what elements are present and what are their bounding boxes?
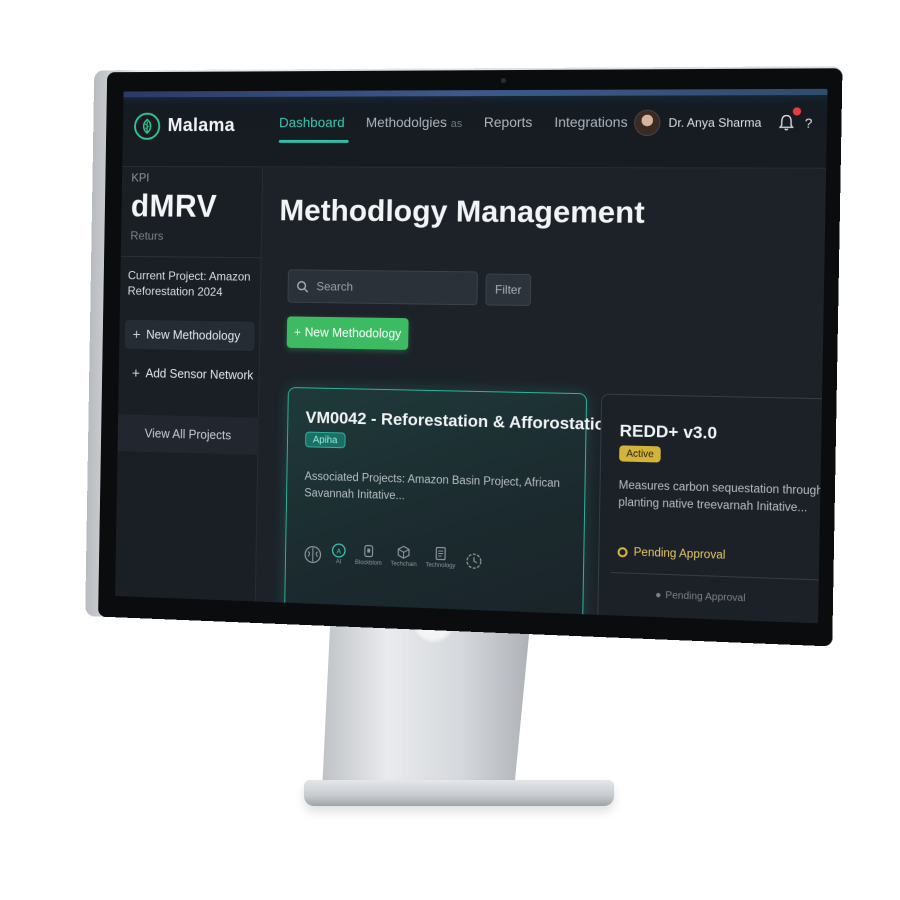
notification-badge [793, 107, 801, 115]
pending-icon [617, 547, 627, 557]
sidebar-add-sensor-label: Add Sensor Network [145, 367, 253, 383]
pending-approval-secondary: ● Pending Approval [655, 590, 745, 605]
camera-icon [501, 78, 506, 83]
status-badge: Active [619, 445, 661, 462]
plus-icon: + [294, 325, 301, 339]
status-badge: Apiha [305, 432, 345, 449]
plus-icon: + [132, 326, 140, 343]
page-title: Methodlogy Management [279, 193, 645, 231]
sidebar-add-sensor-button[interactable]: + Add Sensor Network [124, 358, 254, 390]
techchain-icon-label: Techchain [390, 561, 416, 568]
plus-icon: + [132, 365, 140, 382]
kpi-value: dMRV [131, 188, 218, 224]
kpi-subtitle: Returs [130, 229, 163, 243]
pending-approval-secondary-label: Pending Approval [665, 590, 745, 604]
blockchain-icon-label: Blockblom [355, 560, 382, 567]
technology-icon-label: Technology [426, 562, 456, 569]
techchain-icon: Techchain [390, 544, 417, 568]
main-content: Methodlogy Management Filter + New Metho… [256, 167, 826, 623]
technology-icons: A AI Blockblom Techchain Technology [303, 541, 484, 570]
pending-approval-status: Pending Approval [617, 546, 725, 562]
search-icon [296, 280, 309, 293]
pending-dot-icon: ● [655, 590, 661, 601]
sidebar-new-methodology-button[interactable]: + New Methodology [125, 320, 255, 351]
blockchain-icon: Blockblom [355, 543, 382, 567]
current-project: Current Project: Amazon Reforestation 20… [128, 268, 256, 301]
view-all-projects-button[interactable]: View All Projects [118, 414, 259, 454]
search-input[interactable] [314, 278, 470, 296]
svg-text:A: A [336, 548, 341, 555]
card-title: REDD+ v3.0 [619, 421, 717, 444]
pending-approval-label: Pending Approval [634, 547, 726, 562]
monitor: Malama Dashboard Methodolgies as Reports … [85, 66, 842, 646]
nav-methodologies[interactable]: Methodolgies as [366, 114, 463, 130]
card-title: VM0042 - Reforestation & Afforostation [305, 408, 615, 435]
ai-icon: A AI [331, 542, 347, 565]
user-name[interactable]: Dr. Anya Sharma [668, 116, 761, 130]
sidebar: KPI dMRV Returs Current Project: Amazon … [115, 167, 263, 602]
methodology-card[interactable]: VM0042 - Reforestation & Afforostation A… [284, 387, 588, 623]
brand[interactable]: Malama [134, 113, 235, 140]
filter-button[interactable]: Filter [485, 274, 531, 307]
nav-dashboard[interactable]: Dashboard [279, 114, 345, 130]
new-methodology-button[interactable]: + New Methodology [287, 316, 409, 350]
technology-icon: Technology [426, 546, 456, 570]
monitor-stand-base [304, 780, 614, 806]
avatar[interactable] [634, 110, 661, 136]
nav-integrations[interactable]: Integrations [554, 114, 628, 130]
sidebar-new-methodology-label: New Methodology [146, 328, 240, 343]
help-icon[interactable]: ? [805, 115, 813, 130]
search-box[interactable] [287, 269, 477, 305]
bell-icon[interactable] [778, 113, 797, 131]
new-methodology-label: New Methodology [305, 325, 402, 340]
main-nav: Dashboard Methodolgies as Reports Integra… [279, 114, 628, 130]
timer-icon [464, 550, 484, 571]
leaf-logo-icon [134, 113, 161, 140]
nav-reports[interactable]: Reports [484, 114, 533, 130]
card-description: Associated Projects: Amazon Basin Projec… [304, 469, 569, 510]
card-divider [611, 572, 827, 581]
kpi-label: KPI [131, 171, 149, 185]
brain-icon [303, 544, 322, 564]
sidebar-divider [121, 256, 261, 258]
card-description: Measures carbon sequestation through pla… [618, 478, 823, 518]
top-bar: Malama Dashboard Methodolgies as Reports … [122, 89, 827, 169]
user-menu: Dr. Anya Sharma ? [634, 109, 813, 136]
brand-name: Malama [167, 115, 235, 136]
nav-methodologies-label: Methodolgies [366, 114, 447, 130]
nav-methodologies-suffix: as [451, 118, 463, 130]
ai-icon-label: AI [336, 559, 342, 565]
methodology-card[interactable]: REDD+ v3.0 Active Measures carbon seques… [597, 394, 828, 624]
screen: Malama Dashboard Methodolgies as Reports … [115, 89, 827, 624]
